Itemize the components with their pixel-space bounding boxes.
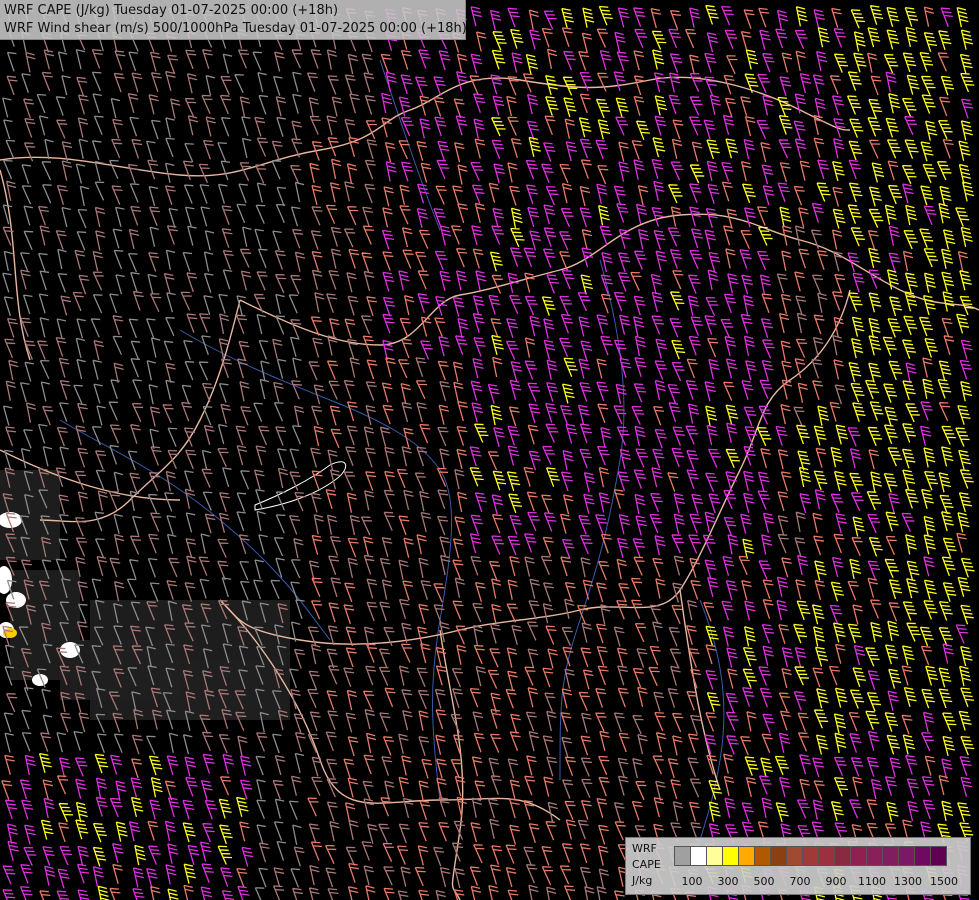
- legend-swatch: [866, 846, 883, 866]
- legend-swatch: [786, 846, 803, 866]
- legend-swatch: [914, 846, 931, 866]
- legend-tick: 900: [825, 875, 847, 888]
- wind-shear-map: [0, 0, 979, 900]
- legend-swatch: [674, 846, 691, 866]
- cape-legend: WRF CAPE J/kg 100 300 500 700 900 1100 1300 150…: [625, 837, 971, 895]
- legend-swatch: [850, 846, 867, 866]
- legend-tick-labels: 100 300 500 700 900 1100 1300 1500: [674, 875, 964, 889]
- legend-tick: 700: [789, 875, 811, 888]
- legend-swatch: [834, 846, 851, 866]
- legend-tick: 300: [717, 875, 739, 888]
- legend-unit-label: J/kg: [632, 874, 653, 887]
- legend-swatch: [802, 846, 819, 866]
- legend-swatch: [770, 846, 787, 866]
- legend-swatch: [882, 846, 899, 866]
- legend-swatch: [898, 846, 915, 866]
- wind-shear-title: WRF Wind shear (m/s) 500/1000hPa Tuesday…: [4, 21, 467, 36]
- legend-swatch: [930, 846, 947, 866]
- legend-swatch: [706, 846, 723, 866]
- legend-swatch: [722, 846, 739, 866]
- legend-variable-label: CAPE: [632, 858, 661, 871]
- legend-tick: 1100: [858, 875, 886, 888]
- legend-tick: 500: [753, 875, 775, 888]
- legend-tick: 1300: [894, 875, 922, 888]
- legend-swatch: [818, 846, 835, 866]
- legend-swatch: [754, 846, 771, 866]
- legend-swatch: [738, 846, 755, 866]
- map-viewer: WRF CAPE (J/kg) Tuesday 01-07-2025 00:00…: [0, 0, 979, 900]
- legend-model-label: WRF: [632, 842, 657, 855]
- legend-tick: 100: [681, 875, 703, 888]
- legend-tick: 1500: [930, 875, 958, 888]
- map-title-box: WRF CAPE (J/kg) Tuesday 01-07-2025 00:00…: [0, 0, 467, 40]
- legend-swatch: [690, 846, 707, 866]
- cape-title: WRF CAPE (J/kg) Tuesday 01-07-2025 00:00…: [4, 3, 339, 18]
- cape-white-spot: [6, 592, 26, 608]
- legend-color-scale: [674, 846, 947, 866]
